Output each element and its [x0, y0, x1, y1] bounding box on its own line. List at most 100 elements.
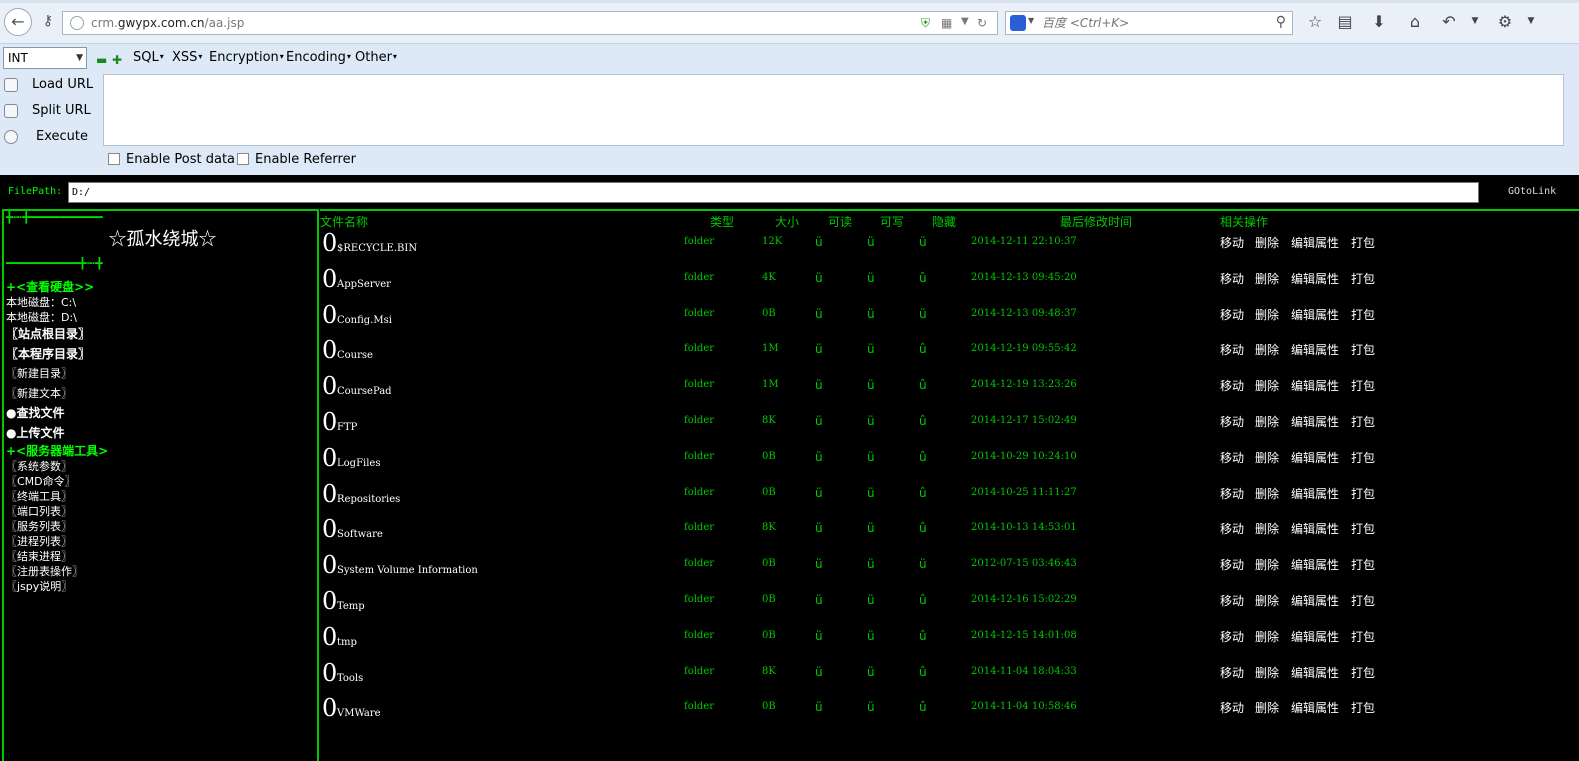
row-action-link[interactable]: 删除	[1255, 485, 1279, 502]
disk-d-link[interactable]: 本地磁盘：D:\	[6, 309, 77, 325]
row-action-link[interactable]: 编辑属性	[1291, 377, 1339, 394]
load-url-button[interactable]: Load URL	[4, 75, 100, 97]
file-name-link[interactable]: $RECYCLE.BIN	[337, 243, 417, 254]
file-name-link[interactable]: FTP	[337, 422, 357, 433]
row-action-link[interactable]: 编辑属性	[1291, 628, 1339, 645]
addon-dropdown-icon[interactable]: ▼	[1520, 16, 1542, 26]
row-action-link[interactable]: 打包	[1351, 485, 1375, 502]
row-action-link[interactable]: 编辑属性	[1291, 699, 1339, 716]
file-name-link[interactable]: AppServer	[337, 279, 391, 290]
row-action-link[interactable]: 移动	[1220, 664, 1244, 681]
file-name-link[interactable]: Repositories	[337, 494, 400, 505]
row-action-link[interactable]: 编辑属性	[1291, 449, 1339, 466]
row-action-link[interactable]: 移动	[1220, 234, 1244, 251]
row-action-link[interactable]: 打包	[1351, 628, 1375, 645]
row-action-link[interactable]: 删除	[1255, 628, 1279, 645]
row-action-link[interactable]: 移动	[1220, 377, 1244, 394]
row-action-link[interactable]: 移动	[1220, 592, 1244, 609]
row-action-link[interactable]: 打包	[1351, 699, 1375, 716]
row-action-link[interactable]: 打包	[1351, 234, 1375, 251]
file-name-link[interactable]: LogFiles	[337, 458, 380, 469]
bookmark-star-icon[interactable]: ☆	[1304, 12, 1326, 31]
shield-icon[interactable]: ⛨	[921, 16, 930, 31]
row-action-link[interactable]: 删除	[1255, 270, 1279, 287]
row-action-link[interactable]: 移动	[1220, 449, 1244, 466]
row-action-link[interactable]: 编辑属性	[1291, 664, 1339, 681]
program-dir-link[interactable]: 〖本程序目录〗	[6, 345, 90, 362]
server-tool-link[interactable]: 〖注册表操作〗	[6, 563, 83, 579]
qr-code-icon[interactable]: ▦	[941, 16, 952, 30]
search-bar[interactable]: ▼ ⚲	[1005, 11, 1293, 35]
address-bar[interactable]: crm.gwypx.com.cn/aa.jsp ⛨ ▦ ▼ ↻	[62, 11, 998, 35]
undo-icon[interactable]: ↶	[1438, 12, 1460, 31]
home-icon[interactable]: ⌂	[1404, 12, 1426, 31]
row-action-link[interactable]: 删除	[1255, 520, 1279, 537]
int-select[interactable]: INT ▼	[3, 47, 87, 69]
row-action-link[interactable]: 打包	[1351, 556, 1375, 573]
server-tool-link[interactable]: 〖系统参数〗	[6, 458, 72, 474]
row-action-link[interactable]: 移动	[1220, 628, 1244, 645]
server-tool-link[interactable]: 〖进程列表〗	[6, 533, 72, 549]
url-textarea[interactable]	[103, 74, 1564, 146]
engine-dropdown-icon[interactable]: ▼	[1028, 16, 1034, 25]
menu-encoding[interactable]: Encoding	[286, 50, 351, 65]
search-icon[interactable]: ⚲	[1276, 14, 1286, 30]
server-tool-link[interactable]: 〖服务列表〗	[6, 518, 72, 534]
row-action-link[interactable]: 移动	[1220, 520, 1244, 537]
filepath-input[interactable]	[68, 182, 1479, 203]
row-action-link[interactable]: 移动	[1220, 306, 1244, 323]
increment-icon[interactable]: ✚	[112, 53, 122, 67]
row-action-link[interactable]: 编辑属性	[1291, 520, 1339, 537]
file-name-link[interactable]: tmp	[337, 637, 357, 648]
row-action-link[interactable]: 删除	[1255, 664, 1279, 681]
menu-encryption[interactable]: Encryption	[209, 50, 284, 65]
row-action-link[interactable]: 删除	[1255, 449, 1279, 466]
enable-post-checkbox[interactable]: Enable Post data	[108, 152, 235, 167]
row-action-link[interactable]: 删除	[1255, 234, 1279, 251]
row-action-link[interactable]: 删除	[1255, 699, 1279, 716]
row-action-link[interactable]: 打包	[1351, 377, 1375, 394]
new-text-link[interactable]: 〖新建文本〗	[6, 385, 72, 401]
dropdown-icon[interactable]: ▼	[961, 16, 969, 27]
menu-xss[interactable]: XSS	[172, 50, 202, 65]
row-action-link[interactable]: 移动	[1220, 270, 1244, 287]
enable-referrer-checkbox[interactable]: Enable Referrer	[237, 152, 356, 167]
goto-link[interactable]: GOtoLink	[1508, 186, 1556, 197]
row-action-link[interactable]: 移动	[1220, 341, 1244, 358]
server-tool-link[interactable]: 〖终端工具〗	[6, 488, 72, 504]
search-input[interactable]	[1042, 15, 1272, 31]
row-action-link[interactable]: 打包	[1351, 341, 1375, 358]
row-action-link[interactable]: 移动	[1220, 485, 1244, 502]
disk-c-link[interactable]: 本地磁盘：C:\	[6, 294, 76, 310]
server-tool-link[interactable]: 〖CMD命令〗	[6, 473, 76, 489]
row-action-link[interactable]: 删除	[1255, 377, 1279, 394]
undo-dropdown-icon[interactable]: ▼	[1464, 16, 1486, 26]
file-name-link[interactable]: Config.Msi	[337, 315, 392, 326]
decrement-icon[interactable]: ▬	[96, 53, 107, 67]
server-tool-link[interactable]: 〖结束进程〗	[6, 548, 72, 564]
row-action-link[interactable]: 打包	[1351, 270, 1375, 287]
reload-icon[interactable]: ↻	[977, 16, 987, 30]
execute-button[interactable]: Execute	[4, 127, 100, 149]
row-action-link[interactable]: 删除	[1255, 306, 1279, 323]
row-action-link[interactable]: 编辑属性	[1291, 413, 1339, 430]
reading-list-icon[interactable]: ▤	[1334, 12, 1356, 31]
addon-icon[interactable]: ⚙	[1494, 12, 1516, 31]
row-action-link[interactable]: 移动	[1220, 556, 1244, 573]
split-url-button[interactable]: Split URL	[4, 101, 100, 123]
file-name-link[interactable]: Software	[337, 529, 383, 540]
row-action-link[interactable]: 编辑属性	[1291, 270, 1339, 287]
row-action-link[interactable]: 打包	[1351, 413, 1375, 430]
row-action-link[interactable]: 打包	[1351, 592, 1375, 609]
menu-sql[interactable]: SQL	[133, 50, 164, 65]
menu-other[interactable]: Other	[355, 50, 397, 65]
row-action-link[interactable]: 打包	[1351, 664, 1375, 681]
row-action-link[interactable]: 编辑属性	[1291, 592, 1339, 609]
file-name-link[interactable]: Tools	[337, 673, 363, 684]
find-file-link[interactable]: ●查找文件	[6, 404, 64, 421]
row-action-link[interactable]: 移动	[1220, 699, 1244, 716]
file-name-link[interactable]: Temp	[337, 601, 365, 612]
file-name-link[interactable]: VMWare	[337, 708, 381, 719]
server-tool-link[interactable]: 〖端口列表〗	[6, 503, 72, 519]
site-root-link[interactable]: 〖站点根目录〗	[6, 325, 90, 342]
